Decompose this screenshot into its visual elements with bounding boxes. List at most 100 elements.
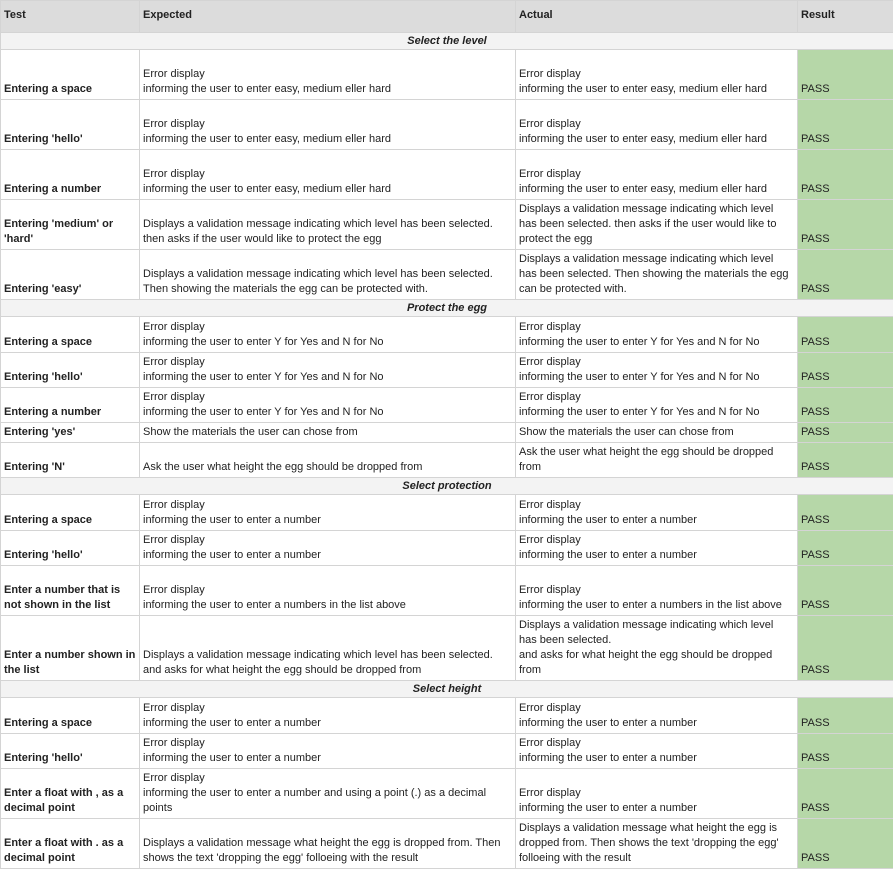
result-cell[interactable]: PASS bbox=[797, 422, 893, 443]
table-row: Entering 'medium' or 'hard' Displays a va… bbox=[0, 199, 893, 250]
actual-cell[interactable]: Displays a validation message indicating… bbox=[515, 199, 798, 250]
expected-cell[interactable]: Error display informing the user to ente… bbox=[139, 99, 516, 150]
header-actual[interactable]: Actual bbox=[515, 0, 798, 33]
test-cell[interactable]: Entering 'hello' bbox=[0, 530, 140, 566]
expected-cell[interactable]: Error display informing the user to ente… bbox=[139, 316, 516, 353]
actual-cell[interactable]: Error display informing the user to ente… bbox=[515, 352, 798, 388]
section-row: Protect the egg bbox=[0, 299, 893, 317]
actual-cell[interactable]: Error display informing the user to ente… bbox=[515, 768, 798, 819]
expected-cell[interactable]: Error display informing the user to ente… bbox=[139, 530, 516, 566]
test-cell[interactable]: Entering a space bbox=[0, 697, 140, 734]
table-row: Entering a number Error display informing… bbox=[0, 149, 893, 200]
actual-cell[interactable]: Displays a validation message what heigh… bbox=[515, 818, 798, 869]
expected-cell[interactable]: Error display informing the user to ente… bbox=[139, 697, 516, 734]
expected-cell[interactable]: Error display informing the user to ente… bbox=[139, 352, 516, 388]
actual-cell[interactable]: Error display informing the user to ente… bbox=[515, 565, 798, 616]
table-row: Entering a number Error display informing… bbox=[0, 387, 893, 423]
result-cell[interactable]: PASS bbox=[797, 697, 893, 734]
table-row: Entering 'hello' Error display informing … bbox=[0, 530, 893, 566]
table-row: Enter a float with , as a decimal point E… bbox=[0, 768, 893, 819]
test-cell[interactable]: Entering 'N' bbox=[0, 442, 140, 478]
expected-cell[interactable]: Error display informing the user to ente… bbox=[139, 565, 516, 616]
section-title[interactable]: Select protection bbox=[0, 477, 893, 495]
test-cell[interactable]: Entering 'yes' bbox=[0, 422, 140, 443]
actual-cell[interactable]: Error display informing the user to ente… bbox=[515, 316, 798, 353]
expected-cell[interactable]: Error display informing the user to ente… bbox=[139, 494, 516, 531]
test-cell[interactable]: Enter a float with , as a decimal point bbox=[0, 768, 140, 819]
actual-cell[interactable]: Show the materials the user can chose fr… bbox=[515, 422, 798, 443]
test-cell[interactable]: Entering a space bbox=[0, 494, 140, 531]
actual-cell[interactable]: Displays a validation message indicating… bbox=[515, 249, 798, 300]
actual-cell[interactable]: Displays a validation message indicating… bbox=[515, 615, 798, 681]
table-row: Entering 'yes' Show the materials the use… bbox=[0, 422, 893, 443]
table-row: Enter a float with . as a decimal point D… bbox=[0, 818, 893, 869]
table-row: Enter a number shown in the list Displays… bbox=[0, 615, 893, 681]
test-cell[interactable]: Entering 'hello' bbox=[0, 352, 140, 388]
result-cell[interactable]: PASS bbox=[797, 442, 893, 478]
table-row: Entering 'hello' Error display informing … bbox=[0, 99, 893, 150]
result-cell[interactable]: PASS bbox=[797, 565, 893, 616]
result-cell[interactable]: PASS bbox=[797, 530, 893, 566]
result-cell[interactable]: PASS bbox=[797, 494, 893, 531]
test-cell[interactable]: Entering a space bbox=[0, 316, 140, 353]
header-expected[interactable]: Expected bbox=[139, 0, 516, 33]
section-title[interactable]: Select the level bbox=[0, 32, 893, 50]
expected-cell[interactable]: Displays a validation message indicating… bbox=[139, 615, 516, 681]
actual-cell[interactable]: Error display informing the user to ente… bbox=[515, 494, 798, 531]
table-row: Entering a space Error display informing … bbox=[0, 697, 893, 734]
test-cell[interactable]: Entering 'easy' bbox=[0, 249, 140, 300]
result-cell[interactable]: PASS bbox=[797, 199, 893, 250]
expected-cell[interactable]: Error display informing the user to ente… bbox=[139, 733, 516, 769]
table-row: Entering a space Error display informing … bbox=[0, 49, 893, 100]
expected-cell[interactable]: Error display informing the user to ente… bbox=[139, 387, 516, 423]
result-cell[interactable]: PASS bbox=[797, 818, 893, 869]
test-cell[interactable]: Enter a float with . as a decimal point bbox=[0, 818, 140, 869]
test-cell[interactable]: Enter a number shown in the list bbox=[0, 615, 140, 681]
test-results-table: Test Expected Actual Result Select the l… bbox=[0, 0, 893, 869]
header-test[interactable]: Test bbox=[0, 0, 140, 33]
section-title[interactable]: Select height bbox=[0, 680, 893, 698]
result-cell[interactable]: PASS bbox=[797, 49, 893, 100]
result-cell[interactable]: PASS bbox=[797, 615, 893, 681]
section-row: Select protection bbox=[0, 477, 893, 495]
expected-cell[interactable]: Displays a validation message indicating… bbox=[139, 249, 516, 300]
actual-cell[interactable]: Error display informing the user to ente… bbox=[515, 49, 798, 100]
result-cell[interactable]: PASS bbox=[797, 316, 893, 353]
expected-cell[interactable]: Error display informing the user to ente… bbox=[139, 768, 516, 819]
table-row: Entering 'hello' Error display informing … bbox=[0, 733, 893, 769]
table-row: Entering a space Error display informing … bbox=[0, 316, 893, 353]
actual-cell[interactable]: Error display informing the user to ente… bbox=[515, 387, 798, 423]
actual-cell[interactable]: Ask the user what height the egg should … bbox=[515, 442, 798, 478]
expected-cell[interactable]: Error display informing the user to ente… bbox=[139, 149, 516, 200]
table-row: Enter a number that is not shown in the … bbox=[0, 565, 893, 616]
header-row: Test Expected Actual Result bbox=[0, 0, 893, 33]
result-cell[interactable]: PASS bbox=[797, 768, 893, 819]
actual-cell[interactable]: Error display informing the user to ente… bbox=[515, 149, 798, 200]
actual-cell[interactable]: Error display informing the user to ente… bbox=[515, 697, 798, 734]
result-cell[interactable]: PASS bbox=[797, 249, 893, 300]
result-cell[interactable]: PASS bbox=[797, 99, 893, 150]
actual-cell[interactable]: Error display informing the user to ente… bbox=[515, 530, 798, 566]
test-cell[interactable]: Entering 'hello' bbox=[0, 733, 140, 769]
test-cell[interactable]: Entering 'hello' bbox=[0, 99, 140, 150]
test-cell[interactable]: Entering a space bbox=[0, 49, 140, 100]
result-cell[interactable]: PASS bbox=[797, 733, 893, 769]
test-cell[interactable]: Entering 'medium' or 'hard' bbox=[0, 199, 140, 250]
test-cell[interactable]: Entering a number bbox=[0, 387, 140, 423]
section-title[interactable]: Protect the egg bbox=[0, 299, 893, 317]
expected-cell[interactable]: Ask the user what height the egg should … bbox=[139, 442, 516, 478]
result-cell[interactable]: PASS bbox=[797, 149, 893, 200]
section-row: Select height bbox=[0, 680, 893, 698]
result-cell[interactable]: PASS bbox=[797, 352, 893, 388]
header-result[interactable]: Result bbox=[797, 0, 893, 33]
expected-cell[interactable]: Error display informing the user to ente… bbox=[139, 49, 516, 100]
actual-cell[interactable]: Error display informing the user to ente… bbox=[515, 99, 798, 150]
test-cell[interactable]: Enter a number that is not shown in the … bbox=[0, 565, 140, 616]
test-cell[interactable]: Entering a number bbox=[0, 149, 140, 200]
table-row: Entering 'easy' Displays a validation mes… bbox=[0, 249, 893, 300]
actual-cell[interactable]: Error display informing the user to ente… bbox=[515, 733, 798, 769]
result-cell[interactable]: PASS bbox=[797, 387, 893, 423]
expected-cell[interactable]: Displays a validation message indicating… bbox=[139, 199, 516, 250]
expected-cell[interactable]: Displays a validation message what heigh… bbox=[139, 818, 516, 869]
expected-cell[interactable]: Show the materials the user can chose fr… bbox=[139, 422, 516, 443]
